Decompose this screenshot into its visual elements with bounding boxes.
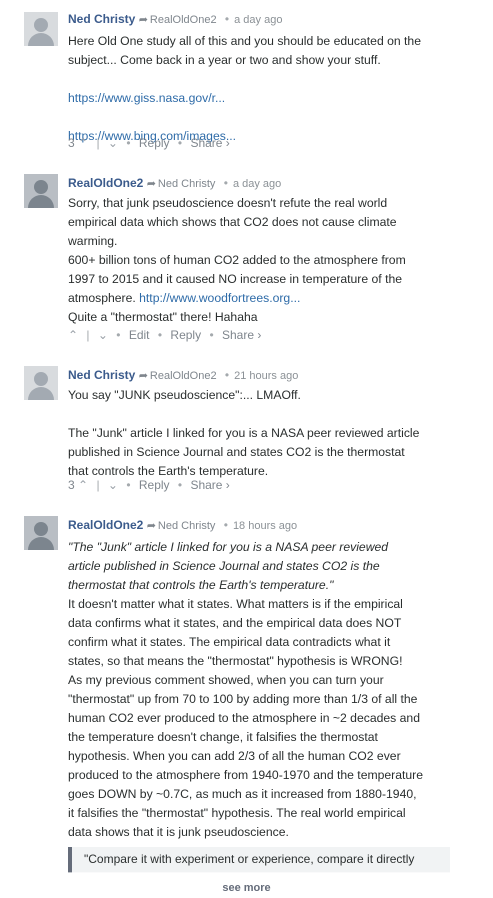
- body-line: Quite a "thermostat" there! Hahaha: [68, 310, 258, 324]
- author-name[interactable]: RealOldOne2: [68, 518, 143, 532]
- edit-button[interactable]: Edit: [129, 328, 150, 342]
- body-line: atmosphere.: [68, 291, 136, 305]
- reply-button[interactable]: Reply: [170, 328, 201, 342]
- comment-actions: ⌃ | ⌄ • Edit • Reply • Share ›: [68, 328, 262, 342]
- body-line: 600+ billion tons of human CO2 added to …: [68, 253, 406, 267]
- body-line: the temperature doesn't change, it falsi…: [68, 730, 378, 744]
- reply-to-name[interactable]: RealOldOne2: [150, 370, 217, 382]
- body-line: subject... Come back in a year or two an…: [68, 53, 381, 67]
- body-line: It doesn't matter what it states. What m…: [68, 597, 403, 611]
- comment-body: You say "JUNK pseudoscience":... LMAOff.…: [68, 386, 453, 481]
- comment-body: "The "Junk" article I linked for you is …: [68, 538, 453, 842]
- body-line: Here Old One study all of this and you s…: [68, 34, 421, 48]
- comment-link[interactable]: http://www.woodfortrees.org...: [139, 291, 300, 305]
- body-line: 1997 to 2015 and it caused NO increase i…: [68, 272, 403, 286]
- body-line: goes DOWN by ~0.7C, as much as it increa…: [68, 787, 417, 801]
- body-line: Sorry, that junk pseudoscience doesn't r…: [68, 196, 388, 210]
- comment-header: RealOldOne2 ➦ Ned Christy • 18 hours ago: [68, 518, 297, 532]
- body-line: it falsifies the "thermostat" hypothesis…: [68, 806, 406, 820]
- comment-actions: 3 ⌃ | ⌄ • Reply • Share ›: [68, 136, 230, 150]
- body-line: produced to the atmosphere from 1940-197…: [68, 768, 424, 782]
- reply-arrow-icon: ➦: [146, 520, 156, 532]
- body-line: published in Science Journal and states …: [68, 445, 405, 459]
- body-line: human CO2 ever produced to the atmospher…: [68, 711, 420, 725]
- body-line: As my previous comment showed, when you …: [68, 673, 384, 687]
- default-avatar-icon[interactable]: [24, 12, 58, 46]
- see-more-link[interactable]: see more: [0, 882, 493, 894]
- timestamp[interactable]: 18 hours ago: [233, 520, 297, 532]
- reply-to-name[interactable]: Ned Christy: [158, 520, 215, 532]
- blockquote: "Compare it with experiment or experienc…: [68, 847, 450, 873]
- comment-body: Here Old One study all of this and you s…: [68, 32, 453, 146]
- reply-button[interactable]: Reply: [139, 136, 170, 150]
- quoted-line: article published in Science Journal and…: [68, 559, 380, 573]
- timestamp[interactable]: a day ago: [233, 178, 281, 190]
- body-line: confirm what it states. The empirical da…: [68, 635, 391, 649]
- body-line: The "Junk" article I linked for you is a…: [68, 426, 420, 440]
- reply-to-name[interactable]: Ned Christy: [158, 178, 215, 190]
- author-name[interactable]: Ned Christy: [68, 368, 135, 382]
- upvote-icon[interactable]: ⌃: [78, 136, 88, 150]
- user-photo-avatar-icon[interactable]: [24, 516, 58, 550]
- upvote-icon[interactable]: ⌃: [78, 478, 88, 492]
- body-line: empirical data which shows that CO2 does…: [68, 215, 397, 229]
- body-line: You say "JUNK pseudoscience":... LMAOff.: [68, 388, 301, 402]
- vote-count: 3: [68, 478, 75, 492]
- separator: •: [224, 12, 230, 26]
- reply-button[interactable]: Reply: [139, 478, 170, 492]
- blockquote-text: "Compare it with experiment or experienc…: [84, 852, 415, 866]
- downvote-icon[interactable]: ⌄: [98, 328, 108, 342]
- body-line: data confirms what it states, and the em…: [68, 616, 402, 630]
- reply-arrow-icon: ➦: [138, 370, 148, 382]
- author-name[interactable]: RealOldOne2: [68, 176, 143, 190]
- comment-body: Sorry, that junk pseudoscience doesn't r…: [68, 194, 453, 327]
- user-photo-avatar-icon[interactable]: [24, 174, 58, 208]
- body-line: warming.: [68, 234, 118, 248]
- body-line: states, so that means the "thermostat" h…: [68, 654, 403, 668]
- default-avatar-icon[interactable]: [24, 366, 58, 400]
- body-line: data shows that it is junk pseudoscience…: [68, 825, 289, 839]
- quoted-line: "The "Junk" article I linked for you is …: [68, 540, 389, 554]
- comment-header: Ned Christy ➦ RealOldOne2 • a day ago: [68, 12, 282, 26]
- downvote-icon[interactable]: ⌄: [108, 478, 118, 492]
- timestamp[interactable]: a day ago: [234, 14, 282, 26]
- comment-link[interactable]: https://www.giss.nasa.gov/r...: [68, 91, 225, 105]
- timestamp[interactable]: 21 hours ago: [234, 370, 298, 382]
- comment-header: Ned Christy ➦ RealOldOne2 • 21 hours ago: [68, 368, 298, 382]
- separator: •: [224, 368, 230, 382]
- separator: •: [223, 518, 228, 532]
- comment-header: RealOldOne2 ➦ Ned Christy • a day ago: [68, 176, 281, 190]
- upvote-icon[interactable]: ⌃: [68, 328, 78, 342]
- body-line: hypothesis. When you can add 2/3 of all …: [68, 749, 401, 763]
- reply-to-name[interactable]: RealOldOne2: [150, 14, 217, 26]
- reply-arrow-icon: ➦: [146, 178, 156, 190]
- author-name[interactable]: Ned Christy: [68, 12, 135, 26]
- share-button[interactable]: Share ›: [190, 478, 229, 492]
- share-button[interactable]: Share ›: [190, 136, 229, 150]
- downvote-icon[interactable]: ⌄: [108, 136, 118, 150]
- body-line: "thermostat" up from 70 to 100 by adding…: [68, 692, 418, 706]
- reply-arrow-icon: ➦: [138, 14, 148, 26]
- separator: •: [223, 176, 228, 190]
- vote-count: 3: [68, 136, 75, 150]
- quoted-line: thermostat that controls the Earth's tem…: [68, 578, 334, 592]
- share-button[interactable]: Share ›: [222, 328, 261, 342]
- comment-actions: 3 ⌃ | ⌄ • Reply • Share ›: [68, 478, 230, 492]
